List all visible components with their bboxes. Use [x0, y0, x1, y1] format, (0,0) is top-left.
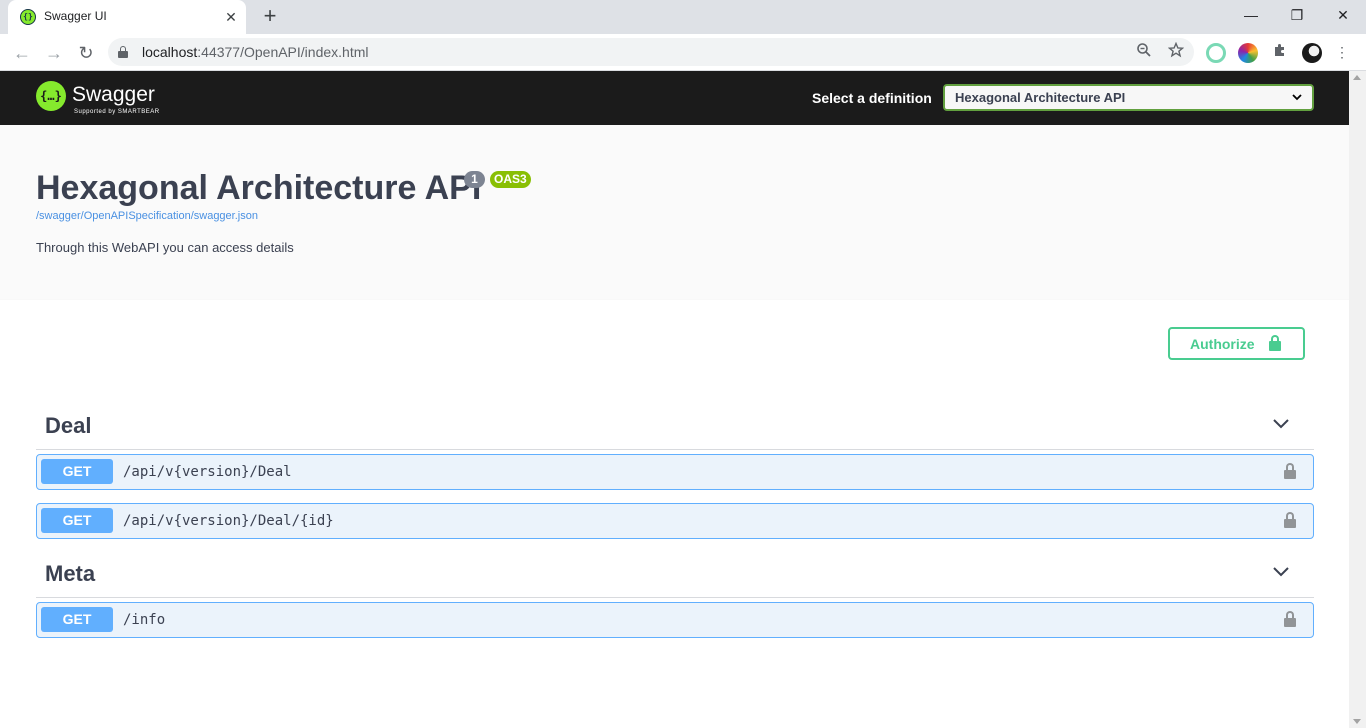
url-host: localhost: [142, 44, 198, 60]
browser-menu-icon[interactable]: ⋮: [1332, 42, 1352, 62]
profile-avatar-icon[interactable]: [1302, 43, 1322, 63]
tag-header-meta[interactable]: Meta: [36, 536, 1314, 598]
browser-toolbar: ← → ↻ localhost:44377/OpenAPI/index.html…: [0, 34, 1366, 71]
scheme-container: Authorize: [0, 300, 1349, 388]
url-path: :44377/OpenAPI/index.html: [197, 44, 369, 60]
lock-icon[interactable]: [1284, 463, 1296, 479]
tag-header-deal[interactable]: Deal: [36, 388, 1314, 450]
api-info-section: Hexagonal Architecture API 1 OAS3 /swagg…: [0, 125, 1349, 300]
spec-url-link[interactable]: /swagger/OpenAPISpecification/swagger.js…: [36, 210, 258, 222]
definition-select-value: Hexagonal Architecture API: [955, 90, 1126, 105]
swagger-logo-icon[interactable]: {…}: [36, 81, 66, 111]
scroll-down-arrow-icon[interactable]: [1353, 719, 1361, 724]
extension-1-icon[interactable]: [1206, 43, 1226, 63]
authorize-label: Authorize: [1190, 336, 1255, 352]
browser-tab-strip: {} Swagger UI ✕ + — ❐ ✕: [0, 0, 1366, 34]
api-description: Through this WebAPI you can access detai…: [36, 240, 294, 255]
method-badge: GET: [41, 607, 113, 632]
definition-select[interactable]: Hexagonal Architecture API: [943, 84, 1314, 111]
definition-select-label: Select a definition: [812, 90, 932, 106]
tab-close-icon[interactable]: ✕: [222, 8, 240, 26]
operation-path: /api/v{version}/Deal: [123, 464, 292, 480]
secure-lock-icon[interactable]: [118, 46, 128, 58]
reload-button[interactable]: ↻: [72, 39, 100, 67]
lock-icon[interactable]: [1284, 611, 1296, 627]
chevron-down-icon[interactable]: [1272, 418, 1290, 430]
minimize-button[interactable]: —: [1228, 0, 1274, 30]
window-close-button[interactable]: ✕: [1320, 0, 1366, 30]
operation-get-info[interactable]: GET /info: [36, 602, 1314, 638]
forward-button[interactable]: →: [40, 39, 68, 67]
page-scrollbar[interactable]: [1349, 71, 1366, 728]
back-button[interactable]: ←: [8, 39, 36, 67]
tag-name: Deal: [45, 413, 92, 438]
browser-tab[interactable]: {} Swagger UI ✕: [8, 0, 246, 34]
swagger-brand-sub: Supported by SMARTBEAR: [74, 109, 160, 115]
chevron-down-icon: [1292, 94, 1302, 101]
swagger-favicon-icon: {}: [20, 9, 36, 25]
restore-button[interactable]: ❐: [1274, 0, 1320, 30]
authorize-button[interactable]: Authorize: [1168, 327, 1305, 360]
chevron-down-icon[interactable]: [1272, 566, 1290, 578]
bookmark-star-icon[interactable]: [1166, 41, 1186, 62]
url-text[interactable]: localhost:44377/OpenAPI/index.html: [142, 44, 369, 60]
operation-path: /api/v{version}/Deal/{id}: [123, 513, 334, 529]
color-picker-extension-icon[interactable]: [1238, 43, 1258, 63]
swagger-brand[interactable]: Swagger: [72, 83, 155, 107]
extensions-puzzle-icon[interactable]: [1270, 42, 1290, 62]
address-bar[interactable]: localhost:44377/OpenAPI/index.html: [108, 38, 1194, 66]
oas-badge: OAS3: [490, 171, 531, 188]
operation-get-deal-by-id[interactable]: GET /api/v{version}/Deal/{id}: [36, 503, 1314, 539]
swagger-topbar: {…} Swagger Supported by SMARTBEAR Selec…: [0, 71, 1349, 125]
method-badge: GET: [41, 459, 113, 484]
new-tab-button[interactable]: +: [258, 5, 282, 29]
method-badge: GET: [41, 508, 113, 533]
api-title: Hexagonal Architecture API: [36, 169, 482, 207]
tab-title: Swagger UI: [44, 9, 107, 23]
zoom-out-icon[interactable]: [1134, 42, 1154, 62]
unlock-icon: [1269, 335, 1281, 351]
operation-path: /info: [123, 612, 166, 628]
scroll-up-arrow-icon[interactable]: [1353, 75, 1361, 80]
tag-name: Meta: [45, 561, 96, 586]
operation-get-deal[interactable]: GET /api/v{version}/Deal: [36, 454, 1314, 490]
lock-icon[interactable]: [1284, 512, 1296, 528]
version-badge: 1: [464, 171, 485, 188]
